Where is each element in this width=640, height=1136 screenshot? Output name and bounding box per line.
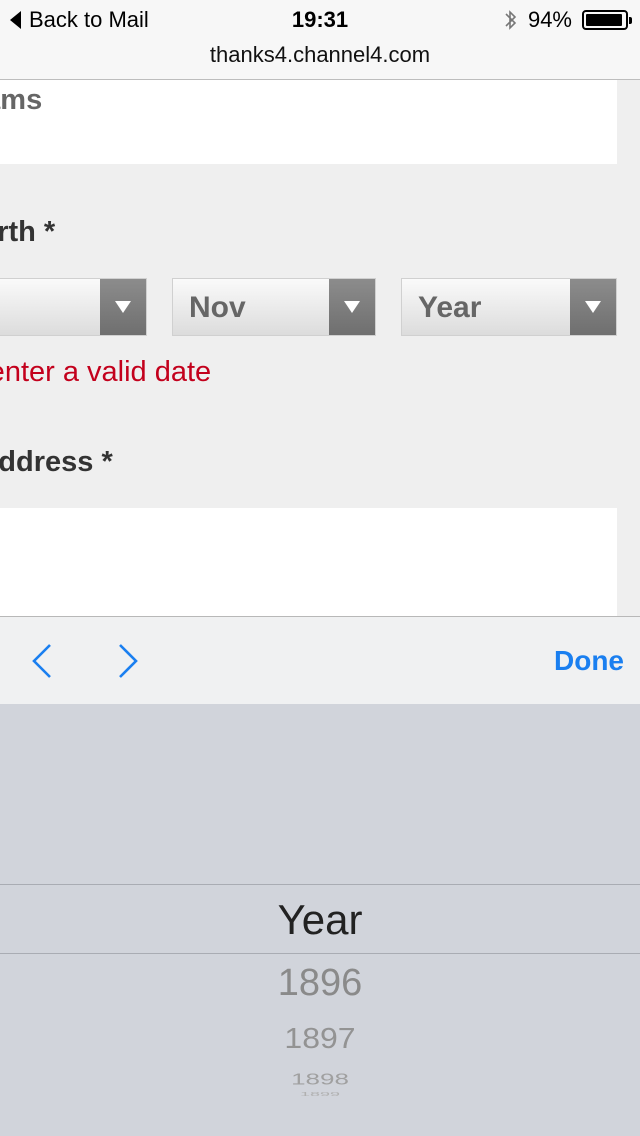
battery-fill (586, 14, 622, 26)
year-select-value: Year (418, 291, 482, 324)
screen: Back to Mail 19:31 94% thanks4.channel4.… (0, 0, 640, 1136)
dropdown-arrow-icon (329, 279, 375, 335)
form-area: lliams of birth * Nov Year se enter a va… (0, 80, 640, 616)
chevron-right-icon (119, 644, 138, 678)
url-display: thanks4.channel4.com (209, 42, 431, 67)
email-input[interactable] (0, 508, 617, 616)
year-select[interactable]: Year (401, 278, 617, 336)
last-name-value: lliams (0, 84, 43, 116)
battery-icon (582, 10, 632, 30)
chevron-left-icon (32, 644, 51, 678)
date-of-birth-label: of birth * (0, 216, 56, 248)
picker-option[interactable]: 1896 (0, 962, 640, 1005)
picker-option[interactable]: 1899 (0, 1091, 640, 1097)
last-name-input[interactable]: lliams (0, 80, 617, 164)
month-select-value: Nov (189, 291, 246, 324)
date-error-message: se enter a valid date (0, 356, 212, 388)
dropdown-arrow-icon (570, 279, 616, 335)
done-button[interactable]: Done (554, 645, 624, 677)
dropdown-arrow-icon (100, 279, 146, 335)
picker-selected-option[interactable]: Year (0, 896, 640, 944)
status-indicators: 94% (504, 7, 632, 33)
day-select[interactable] (0, 278, 147, 336)
picker-option[interactable]: 1897 (0, 1022, 640, 1055)
email-label: il address * (0, 446, 113, 478)
year-picker-wheel[interactable]: Year 1896 1897 1898 1899 (0, 704, 640, 1136)
picker-option[interactable]: 1898 (0, 1070, 640, 1089)
keyboard-accessory-bar: Done (0, 616, 640, 704)
battery-percentage: 94% (527, 7, 572, 32)
next-field-button[interactable] (116, 643, 140, 679)
month-select[interactable]: Nov (172, 278, 376, 336)
previous-field-button[interactable] (30, 643, 54, 679)
bluetooth-icon (504, 8, 518, 32)
status-bar: Back to Mail 19:31 94% thanks4.channel4.… (0, 0, 640, 80)
